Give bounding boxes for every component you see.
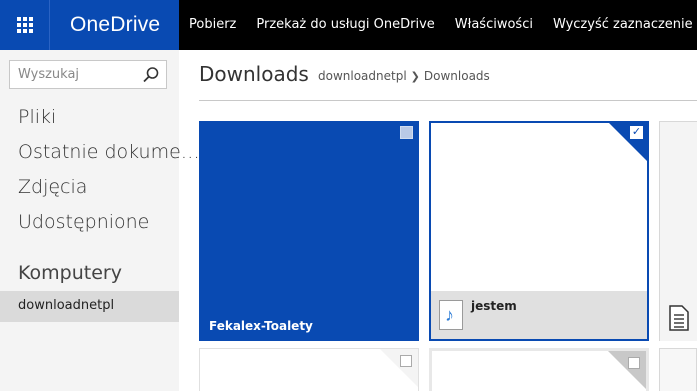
search-icon[interactable] — [142, 66, 160, 84]
corner-fold — [380, 349, 418, 387]
command-bar: Pobierz Przekaż do usługi OneDrive Właśc… — [179, 0, 697, 50]
file-tile[interactable] — [429, 348, 649, 391]
breadcrumb-item[interactable]: Downloads — [424, 69, 490, 83]
breadcrumb-item[interactable]: downloadnetpl — [318, 69, 407, 83]
file-tile[interactable]: ✓ ♪ jestem — [429, 121, 649, 341]
computers-heading: Komputery — [18, 262, 122, 284]
folder-tile[interactable]: Fekalex-Toalety — [199, 121, 419, 341]
app-launcher-button[interactable] — [0, 0, 50, 50]
properties-command[interactable]: Właściwości — [445, 0, 543, 50]
search-box — [9, 60, 167, 89]
file-tile-partial[interactable] — [659, 348, 697, 391]
sidebar-item-photos[interactable]: Zdjęcia — [18, 176, 87, 198]
tile-name: jestem — [471, 299, 517, 313]
tile-checkbox-checked[interactable]: ✓ — [630, 126, 643, 139]
top-bar: OneDrive Pobierz Przekaż do usługi OneDr… — [0, 0, 697, 50]
computer-name: downloadnetpl — [18, 298, 115, 313]
clear-selection-command[interactable]: Wyczyść zaznaczenie — [543, 0, 697, 50]
audio-file-icon: ♪ — [439, 300, 463, 330]
tile-footer: ♪ jestem — [431, 291, 647, 339]
brand-area: OneDrive — [0, 0, 179, 50]
tile-checkbox[interactable] — [628, 357, 640, 369]
waffle-icon — [16, 17, 33, 33]
page-title: Downloads — [199, 62, 309, 86]
chevron-right-icon: ❯ — [410, 70, 420, 83]
search-input[interactable] — [10, 61, 135, 88]
document-icon — [669, 305, 689, 331]
sidebar-item-computer[interactable]: downloadnetpl — [0, 291, 179, 322]
music-note-icon: ♪ — [445, 305, 454, 325]
sidebar: Pliki Ostatnie dokume… Zdjęcia Udostępni… — [0, 50, 200, 391]
tile-name: Fekalex-Toalety — [209, 319, 313, 333]
file-tile[interactable] — [199, 348, 419, 391]
corner-fold — [608, 351, 646, 389]
tile-checkbox[interactable] — [400, 355, 412, 367]
file-tile-partial[interactable] — [659, 121, 697, 341]
tile-checkbox[interactable] — [400, 126, 413, 139]
upload-command[interactable]: Przekaż do usługi OneDrive — [246, 0, 444, 50]
sidebar-item-shared[interactable]: Udostępnione — [18, 211, 149, 233]
app-title[interactable]: OneDrive — [70, 13, 160, 37]
sidebar-item-recent[interactable]: Ostatnie dokume… — [18, 141, 200, 163]
content-header: Downloads downloadnetpl ❯ Downloads — [199, 50, 697, 101]
breadcrumb: downloadnetpl ❯ Downloads — [318, 69, 490, 83]
download-command[interactable]: Pobierz — [179, 0, 246, 50]
sidebar-item-files[interactable]: Pliki — [18, 106, 56, 128]
